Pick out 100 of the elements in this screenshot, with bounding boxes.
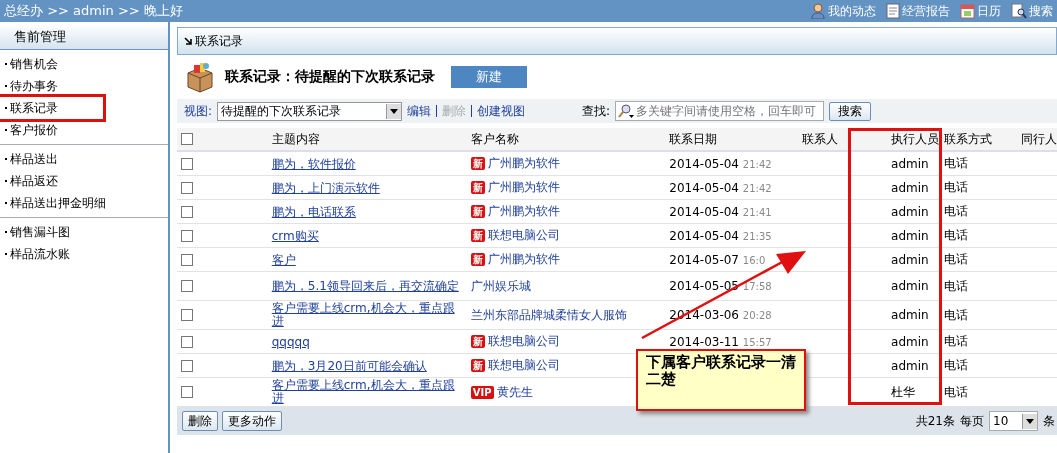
footer-button[interactable]: 更多动作 xyxy=(222,411,282,431)
executor: admin xyxy=(891,180,929,195)
callout-note: 下属客户联系记录一清二楚 xyxy=(636,349,806,411)
box-icon xyxy=(185,61,215,93)
subject-link[interactable]: crm购买 xyxy=(271,229,462,243)
customer-name[interactable]: 广州鹏为软件 xyxy=(487,251,560,268)
customer-name[interactable]: 广州鹏为软件 xyxy=(487,155,560,172)
customer-name[interactable]: 联想电脑公司 xyxy=(487,333,560,350)
person-icon xyxy=(810,3,826,19)
contact-time: 20:28 xyxy=(742,310,772,321)
subject-link[interactable]: 客户 xyxy=(271,253,462,267)
row-checkbox[interactable] xyxy=(181,386,193,398)
column-header: 联系人 xyxy=(802,131,839,146)
new-button[interactable]: 新建 xyxy=(451,66,527,88)
row-checkbox[interactable] xyxy=(181,205,193,218)
customer-badge: 新 xyxy=(470,253,485,266)
contact-method: 电话 xyxy=(944,278,969,293)
column-header: 同行人 xyxy=(1021,131,1057,146)
toolbar-link[interactable]: 编辑 xyxy=(407,102,432,120)
executor: admin xyxy=(891,228,929,243)
sidebar-item[interactable]: 样品流水账 xyxy=(0,243,76,265)
executor: admin xyxy=(891,279,929,293)
contact-time: 21:42 xyxy=(742,158,772,170)
contact-method: 电话 xyxy=(944,180,969,194)
sidebar-item[interactable]: 联系记录 xyxy=(0,97,103,119)
row-checkbox[interactable] xyxy=(181,157,193,170)
contact-time: 21:41 xyxy=(742,206,772,218)
sidebar-item[interactable]: 销售机会 xyxy=(0,53,64,75)
contact-method: 电话 xyxy=(944,156,969,170)
sidebar-item[interactable]: 样品送出 xyxy=(0,148,64,170)
view-select[interactable]: 待提醒的下次联系记录 xyxy=(217,101,403,121)
contact-method: 电话 xyxy=(944,334,969,348)
customer-badge: 新 xyxy=(470,205,485,218)
find-label: 查找: xyxy=(582,102,611,120)
customer-name[interactable]: 广州鹏为软件 xyxy=(487,203,560,220)
search-icon xyxy=(618,104,635,118)
sidebar-title: 售前管理 xyxy=(0,24,168,50)
contact-method: 电话 xyxy=(944,384,969,399)
subject-link[interactable]: 鹏为，电话联系 xyxy=(271,205,462,219)
subject-link[interactable]: 鹏为，上门演示软件 xyxy=(271,181,462,195)
toolbar-link[interactable]: 创建视图 xyxy=(477,102,526,120)
contact-date: 2014-05-04 xyxy=(669,156,739,171)
customer-badge: 新 xyxy=(470,335,485,348)
footer-button[interactable]: 删除 xyxy=(182,411,218,431)
breadcrumb: 总经办 >> admin >> 晚上好 xyxy=(4,2,183,20)
search-button[interactable]: 搜索 xyxy=(829,101,872,121)
select-all-checkbox[interactable] xyxy=(181,133,193,145)
caret-icon xyxy=(390,108,399,114)
subject-link[interactable]: 鹏为，软件报价 xyxy=(271,157,462,171)
executor: admin xyxy=(891,156,929,171)
row-checkbox[interactable] xyxy=(181,253,193,266)
contact-date: 2014-05-04 xyxy=(669,228,739,243)
page-heading: 联系记录：待提醒的下次联系记录 xyxy=(225,68,435,86)
customer-name[interactable]: 兰州东部品牌城柔情女人服饰 xyxy=(470,306,627,324)
subject-link[interactable]: 客户需要上线crm,机会大，重点跟进 xyxy=(271,302,462,328)
row-checkbox[interactable] xyxy=(181,280,193,292)
subject-link[interactable]: qqqqq xyxy=(271,335,462,349)
per-page-label: 每页 xyxy=(960,412,984,430)
unit-label: 条 xyxy=(1043,412,1055,430)
customer-badge: 新 xyxy=(470,359,485,372)
contact-method: 电话 xyxy=(944,358,969,372)
contact-time: 21:42 xyxy=(742,182,772,194)
panel-title: 联系记录 xyxy=(195,32,243,50)
customer-name[interactable]: 联想电脑公司 xyxy=(487,357,560,374)
row-checkbox[interactable] xyxy=(181,229,193,242)
contact-date: 2014-05-04 xyxy=(669,180,739,195)
contact-time: 21:35 xyxy=(742,230,772,242)
customer-name[interactable]: 广州鹏为软件 xyxy=(487,179,560,196)
subject-link[interactable]: 鹏为，5.1领导回来后，再交流确定 xyxy=(271,280,462,293)
subject-link[interactable]: 鹏为，3月20日前可能会确认 xyxy=(271,359,462,373)
search-icon xyxy=(1011,3,1027,19)
sidebar-item[interactable]: 样品返还 xyxy=(0,170,64,192)
contact-date: 2014-05-04 xyxy=(669,204,739,219)
customer-name[interactable]: 黄先生 xyxy=(496,383,533,401)
row-checkbox[interactable] xyxy=(181,181,193,194)
customer-badge: 新 xyxy=(470,229,485,242)
corner-arrow-icon xyxy=(184,36,193,46)
column-header: 主题内容 xyxy=(271,131,320,146)
row-checkbox[interactable] xyxy=(181,359,193,372)
calendar-icon xyxy=(960,3,975,19)
caret-icon xyxy=(1026,418,1034,424)
customer-badge: 新 xyxy=(470,157,485,170)
contact-time: 17:58 xyxy=(742,281,772,292)
contact-method: 电话 xyxy=(944,228,969,242)
sidebar-item[interactable]: 样品送出押金明细 xyxy=(0,192,112,214)
row-checkbox[interactable] xyxy=(181,309,193,321)
search-field[interactable]: 多关键字间请使用空格，回车即可 xyxy=(615,101,825,121)
customer-name[interactable]: 广州娱乐城 xyxy=(470,277,531,295)
sidebar-item[interactable]: 客户报价 xyxy=(0,119,64,141)
subject-link[interactable]: 客户需要上线crm,机会大，重点跟进 xyxy=(271,379,462,405)
customer-name[interactable]: 联想电脑公司 xyxy=(487,227,560,244)
column-header: 执行人员 xyxy=(891,131,940,146)
sidebar-item[interactable]: 待办事务 xyxy=(0,75,64,97)
contact-method: 电话 xyxy=(944,252,969,266)
executor: admin xyxy=(891,358,929,373)
document-icon xyxy=(886,3,900,19)
sidebar-item[interactable]: 销售漏斗图 xyxy=(0,221,76,243)
column-header: 联系方式 xyxy=(944,131,993,146)
per-page-select[interactable]: 10 xyxy=(989,411,1038,431)
row-checkbox[interactable] xyxy=(181,335,193,348)
